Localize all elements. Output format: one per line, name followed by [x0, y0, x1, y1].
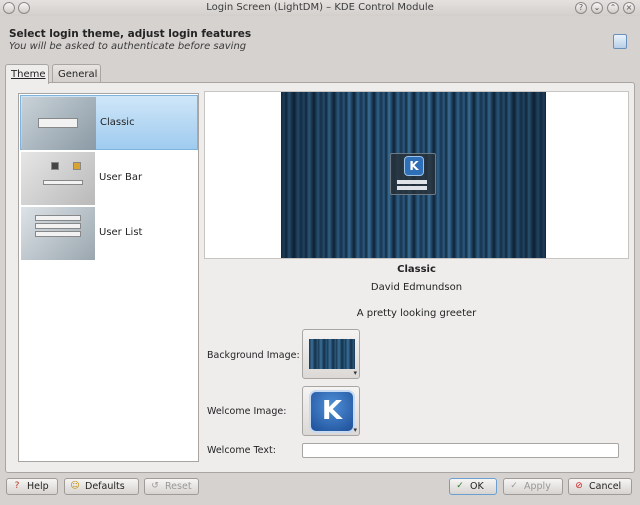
reset-button[interactable]: ↺ Reset — [144, 478, 199, 495]
help-context-icon[interactable]: ? — [575, 2, 587, 14]
theme-thumbnail — [22, 97, 96, 150]
theme-preview-image: K — [281, 92, 546, 258]
theme-list[interactable]: Classic User Bar User List — [18, 93, 199, 462]
window-pin-icon[interactable] — [18, 2, 30, 14]
cancel-button-label: Cancel — [589, 481, 622, 492]
checkmark-icon: ✓ — [456, 481, 464, 491]
help-button-label: Help — [27, 481, 49, 492]
authenticate-icon — [613, 34, 627, 49]
theme-item-label: Classic — [100, 117, 135, 128]
window-menu-icon[interactable] — [3, 2, 15, 14]
tab-theme[interactable]: Theme — [5, 64, 49, 84]
preview-login-box: K — [390, 153, 436, 195]
welcome-image-label: Welcome Image: — [207, 406, 287, 417]
checkmark-icon: ✓ — [510, 481, 518, 491]
theme-name: Classic — [397, 264, 436, 275]
theme-thumbnail — [21, 152, 95, 205]
window-titlebar[interactable]: Login Screen (LightDM) – KDE Control Mod… — [0, 0, 640, 16]
theme-item-user-bar[interactable]: User Bar — [20, 151, 198, 206]
apply-button[interactable]: ✓ Apply — [503, 478, 563, 495]
minimize-icon[interactable]: ⌄ — [591, 2, 603, 14]
header-subtitle: You will be asked to authenticate before… — [9, 41, 247, 52]
kde-logo-icon: K — [309, 390, 355, 433]
maximize-icon[interactable]: ⌃ — [607, 2, 619, 14]
theme-author: David Edmundson — [370, 282, 463, 293]
ok-button-label: OK — [470, 481, 484, 492]
reset-button-label: Reset — [165, 481, 192, 492]
theme-item-label: User Bar — [99, 172, 143, 183]
theme-description: A pretty looking greeter — [356, 308, 477, 319]
kde-logo-icon: K — [404, 156, 424, 176]
apply-button-label: Apply — [524, 481, 551, 492]
welcome-text-input[interactable] — [302, 443, 619, 458]
tab-theme-label: Theme — [11, 69, 46, 80]
theme-preview-frame: K — [204, 91, 629, 259]
welcome-text-label: Welcome Text: — [207, 445, 276, 456]
defaults-icon: ☺ — [70, 481, 80, 491]
defaults-button[interactable]: ☺ Defaults — [64, 478, 139, 495]
welcome-image-button[interactable]: K ▾ — [302, 386, 360, 436]
theme-thumbnail — [21, 207, 95, 260]
background-image-button[interactable]: ▾ — [302, 329, 360, 379]
theme-item-label: User List — [99, 227, 143, 238]
defaults-button-label: Defaults — [85, 481, 125, 492]
close-icon[interactable]: × — [623, 2, 635, 14]
module-header: Select login theme, adjust login feature… — [0, 16, 640, 62]
help-icon: ? — [14, 481, 20, 491]
cancel-icon: ⊘ — [575, 481, 583, 491]
header-title: Select login theme, adjust login feature… — [9, 28, 252, 40]
background-thumbnail — [309, 339, 355, 369]
theme-item-classic[interactable]: Classic — [20, 95, 198, 150]
chevron-down-icon: ▾ — [353, 426, 357, 434]
reset-icon: ↺ — [151, 481, 159, 491]
tab-general[interactable]: General — [52, 64, 101, 83]
tab-general-label: General — [58, 69, 98, 80]
help-button[interactable]: ? Help — [6, 478, 58, 495]
cancel-button[interactable]: ⊘ Cancel — [568, 478, 632, 495]
theme-item-user-list[interactable]: User List — [20, 206, 198, 261]
ok-button[interactable]: ✓ OK — [449, 478, 497, 495]
chevron-down-icon: ▾ — [353, 369, 357, 377]
background-image-label: Background Image: — [207, 350, 300, 361]
window-title: Login Screen (LightDM) – KDE Control Mod… — [206, 2, 434, 13]
